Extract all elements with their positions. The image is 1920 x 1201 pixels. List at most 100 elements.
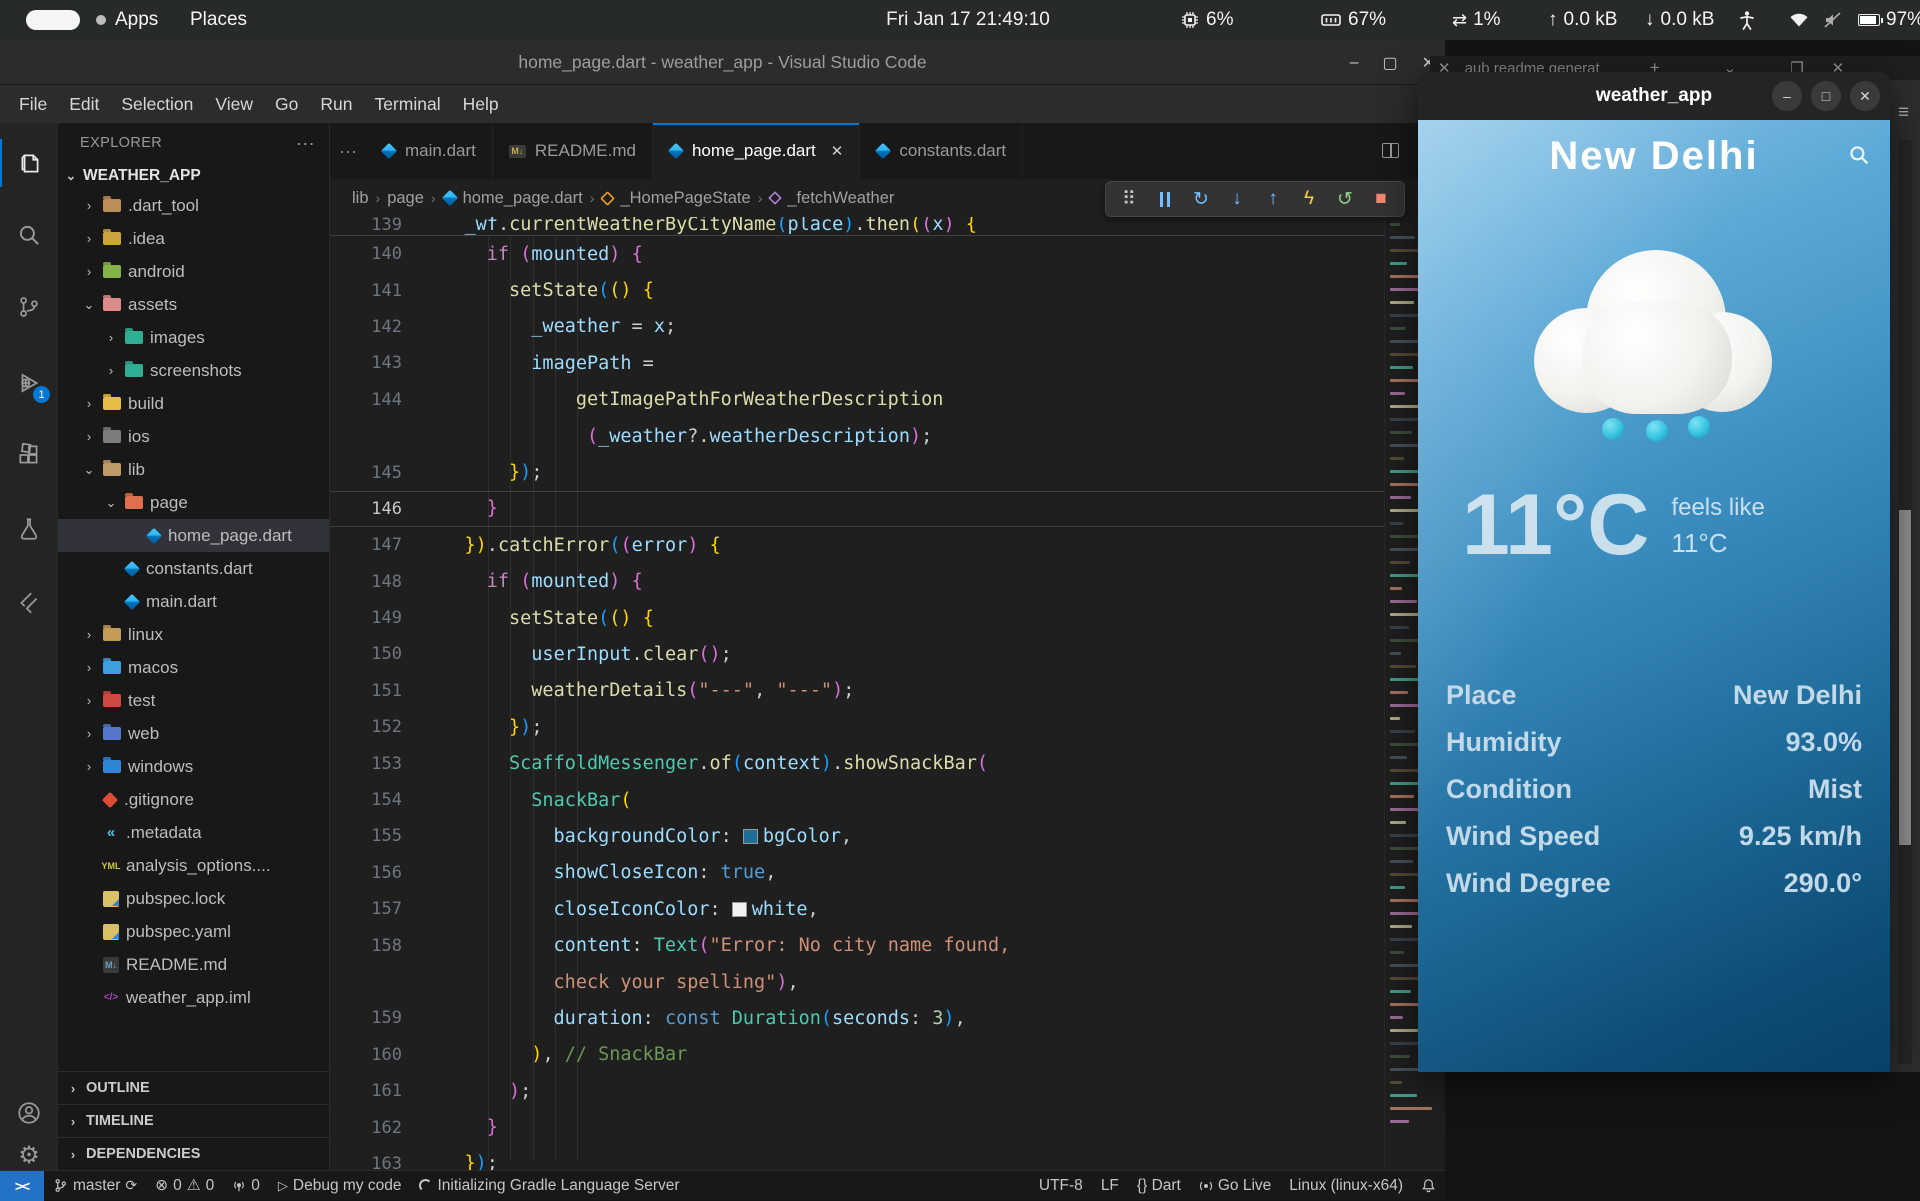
tree-item-.dart_tool[interactable]: › .dart_tool [58,189,329,222]
menu-help[interactable]: Help [452,94,510,115]
tree-item-pubspec.lock[interactable]: pubspec.lock [58,882,329,915]
extensions-icon[interactable] [0,431,58,479]
debug-status-item[interactable]: ▷ Debug my code [269,1177,411,1195]
account-icon[interactable] [0,1089,58,1137]
problems-item[interactable]: ⊗ 0 ⚠ 0 [146,1176,223,1195]
debug-restart-button[interactable]: ↺ [1328,184,1362,214]
background-scrollbar-thumb[interactable] [1899,510,1911,845]
code-line-wrap[interactable]: check your spelling"), [330,964,1445,1000]
menu-view[interactable]: View [204,94,264,115]
weather-maximize-button[interactable]: □ [1811,81,1841,111]
ports-item[interactable]: 0 [223,1177,269,1195]
breadcrumb-page[interactable]: page [387,189,424,208]
tree-item-pubspec.yaml[interactable]: pubspec.yaml [58,915,329,948]
tab-close-icon[interactable]: ✕ [831,142,844,160]
swap-indicator[interactable]: ⇄ 1% [1452,0,1501,40]
code-line-148[interactable]: 148 if (mounted) { [330,564,1445,600]
tree-item-constants.dart[interactable]: constants.dart [58,552,329,585]
tree-item-linux[interactable]: › linux [58,618,329,651]
code-line-157[interactable]: 157 closeIconColor: white, [330,891,1445,927]
tree-item-.gitignore[interactable]: .gitignore [58,783,329,816]
debug-stop-button[interactable]: ■ [1364,184,1398,214]
explorer-more-actions[interactable]: ··· [296,133,315,154]
background-scrollbar[interactable] [1898,140,1912,1064]
vscode-titlebar[interactable]: home_page.dart - weather_app - Visual St… [0,40,1445,85]
testing-icon[interactable] [0,505,58,553]
tree-item-lib[interactable]: ⌄ lib [58,453,329,486]
weather-titlebar[interactable]: weather_app – □ ✕ [1418,72,1890,120]
debug-step-out-button[interactable]: ↑ [1256,184,1290,214]
code-line-149[interactable]: 149 setState(() { [330,600,1445,636]
weather-minimize-button[interactable]: – [1772,81,1802,111]
code-editor[interactable]: 139 _wf.currentWeatherByCityName(place).t… [330,217,1445,1170]
menu-file[interactable]: File [8,94,58,115]
tree-item-.metadata[interactable]: «.metadata [58,816,329,849]
tree-item-test[interactable]: › test [58,684,329,717]
explorer-icon[interactable] [0,139,58,187]
code-line-156[interactable]: 156 showCloseIcon: true, [330,855,1445,891]
tree-item-home_page.dart[interactable]: home_page.dart [58,519,329,552]
vscode-minimize-button[interactable]: – [1350,54,1359,72]
tab-constants.dart[interactable]: constants.dart [860,123,1024,179]
code-line-150[interactable]: 150 userInput.clear(); [330,636,1445,672]
memory-indicator[interactable]: 67% [1320,0,1386,40]
flutter-icon[interactable] [0,579,58,627]
tree-item-web[interactable]: › web [58,717,329,750]
code-line-163[interactable]: 163}); [330,1146,1445,1170]
apps-menu[interactable]: Apps [105,0,168,40]
code-line-142[interactable]: 142 _weather = x; [330,309,1445,345]
tree-item-README.md[interactable]: M↓ README.md [58,948,329,981]
menu-terminal[interactable]: Terminal [363,94,451,115]
run-debug-icon[interactable]: 1 [0,359,58,407]
code-line-162[interactable]: 162} [330,1109,1445,1145]
code-line-151[interactable]: 151 weatherDetails("---", "---"); [330,673,1445,709]
split-editor-icon[interactable] [1382,143,1399,158]
breadcrumb-_HomePageState[interactable]: _HomePageState [600,189,751,208]
code-line-145[interactable]: 145}); [330,454,1445,490]
menu-go[interactable]: Go [264,94,309,115]
gradle-loading-item[interactable]: Initializing Gradle Language Server [410,1177,688,1195]
breadcrumb-_fetchWeather[interactable]: _fetchWeather [768,189,894,208]
code-line-153[interactable]: 153 ScaffoldMessenger.of(context).showSna… [330,745,1445,781]
encoding-item[interactable]: UTF-8 [1030,1177,1092,1195]
section-dependencies[interactable]: › DEPENDENCIES [58,1137,329,1170]
os-item[interactable]: Linux (linux-x64) [1280,1177,1412,1195]
tab-main.dart[interactable]: main.dart [366,123,493,179]
language-item[interactable]: {} Dart [1128,1177,1190,1195]
tree-item-macos[interactable]: › macos [58,651,329,684]
tree-item-analysis_options....[interactable]: YML analysis_options.... [58,849,329,882]
cpu-indicator[interactable]: 6% [1180,0,1233,40]
workspace-root[interactable]: ⌄ WEATHER_APP [58,163,329,189]
wifi-menu[interactable] [1788,0,1810,40]
tree-item-images[interactable]: › images [58,321,329,354]
code-line-158[interactable]: 158 content: Text("Error: No city name fo… [330,927,1445,963]
net-up-indicator[interactable]: ↑ 0.0 kB [1548,0,1617,40]
net-down-indicator[interactable]: ↓ 0.0 kB [1645,0,1714,40]
activities-pill[interactable] [26,10,80,30]
hamburger-menu-icon[interactable]: ≡ [1898,102,1909,124]
code-line-144[interactable]: 144 getImagePathForWeatherDescription [330,382,1445,418]
remote-indicator[interactable]: >< [0,1170,44,1201]
code-line-140[interactable]: 140 if (mounted) { [330,236,1445,272]
section-timeline[interactable]: › TIMELINE [58,1104,329,1137]
code-line-160[interactable]: 160), // SnackBar [330,1037,1445,1073]
weather-search-icon[interactable] [1846,142,1872,173]
code-line-152[interactable]: 152}); [330,709,1445,745]
code-line-147[interactable]: 147}).catchError((error) { [330,527,1445,563]
battery-indicator[interactable]: 97% [1858,0,1920,40]
debug-step-into-button[interactable]: ↓ [1220,184,1254,214]
tree-item-main.dart[interactable]: main.dart [58,585,329,618]
tree-item-weather_app.iml[interactable]: </> weather_app.iml [58,981,329,1014]
breadcrumb-lib[interactable]: lib [352,189,369,208]
tree-item-assets[interactable]: ⌄ assets [58,288,329,321]
clock[interactable]: Fri Jan 17 21:49:10 [868,0,1068,40]
tree-item-build[interactable]: › build [58,387,329,420]
search-icon[interactable] [0,211,58,259]
eol-item[interactable]: LF [1092,1177,1128,1195]
tree-item-page[interactable]: ⌄ page [58,486,329,519]
code-line-155[interactable]: 155 backgroundColor: bgColor, [330,818,1445,854]
tree-item-.idea[interactable]: › .idea [58,222,329,255]
tab-README.md[interactable]: M↓ README.md [492,123,653,179]
source-control-icon[interactable] [0,283,58,331]
debug-pause-button[interactable] [1148,184,1182,214]
